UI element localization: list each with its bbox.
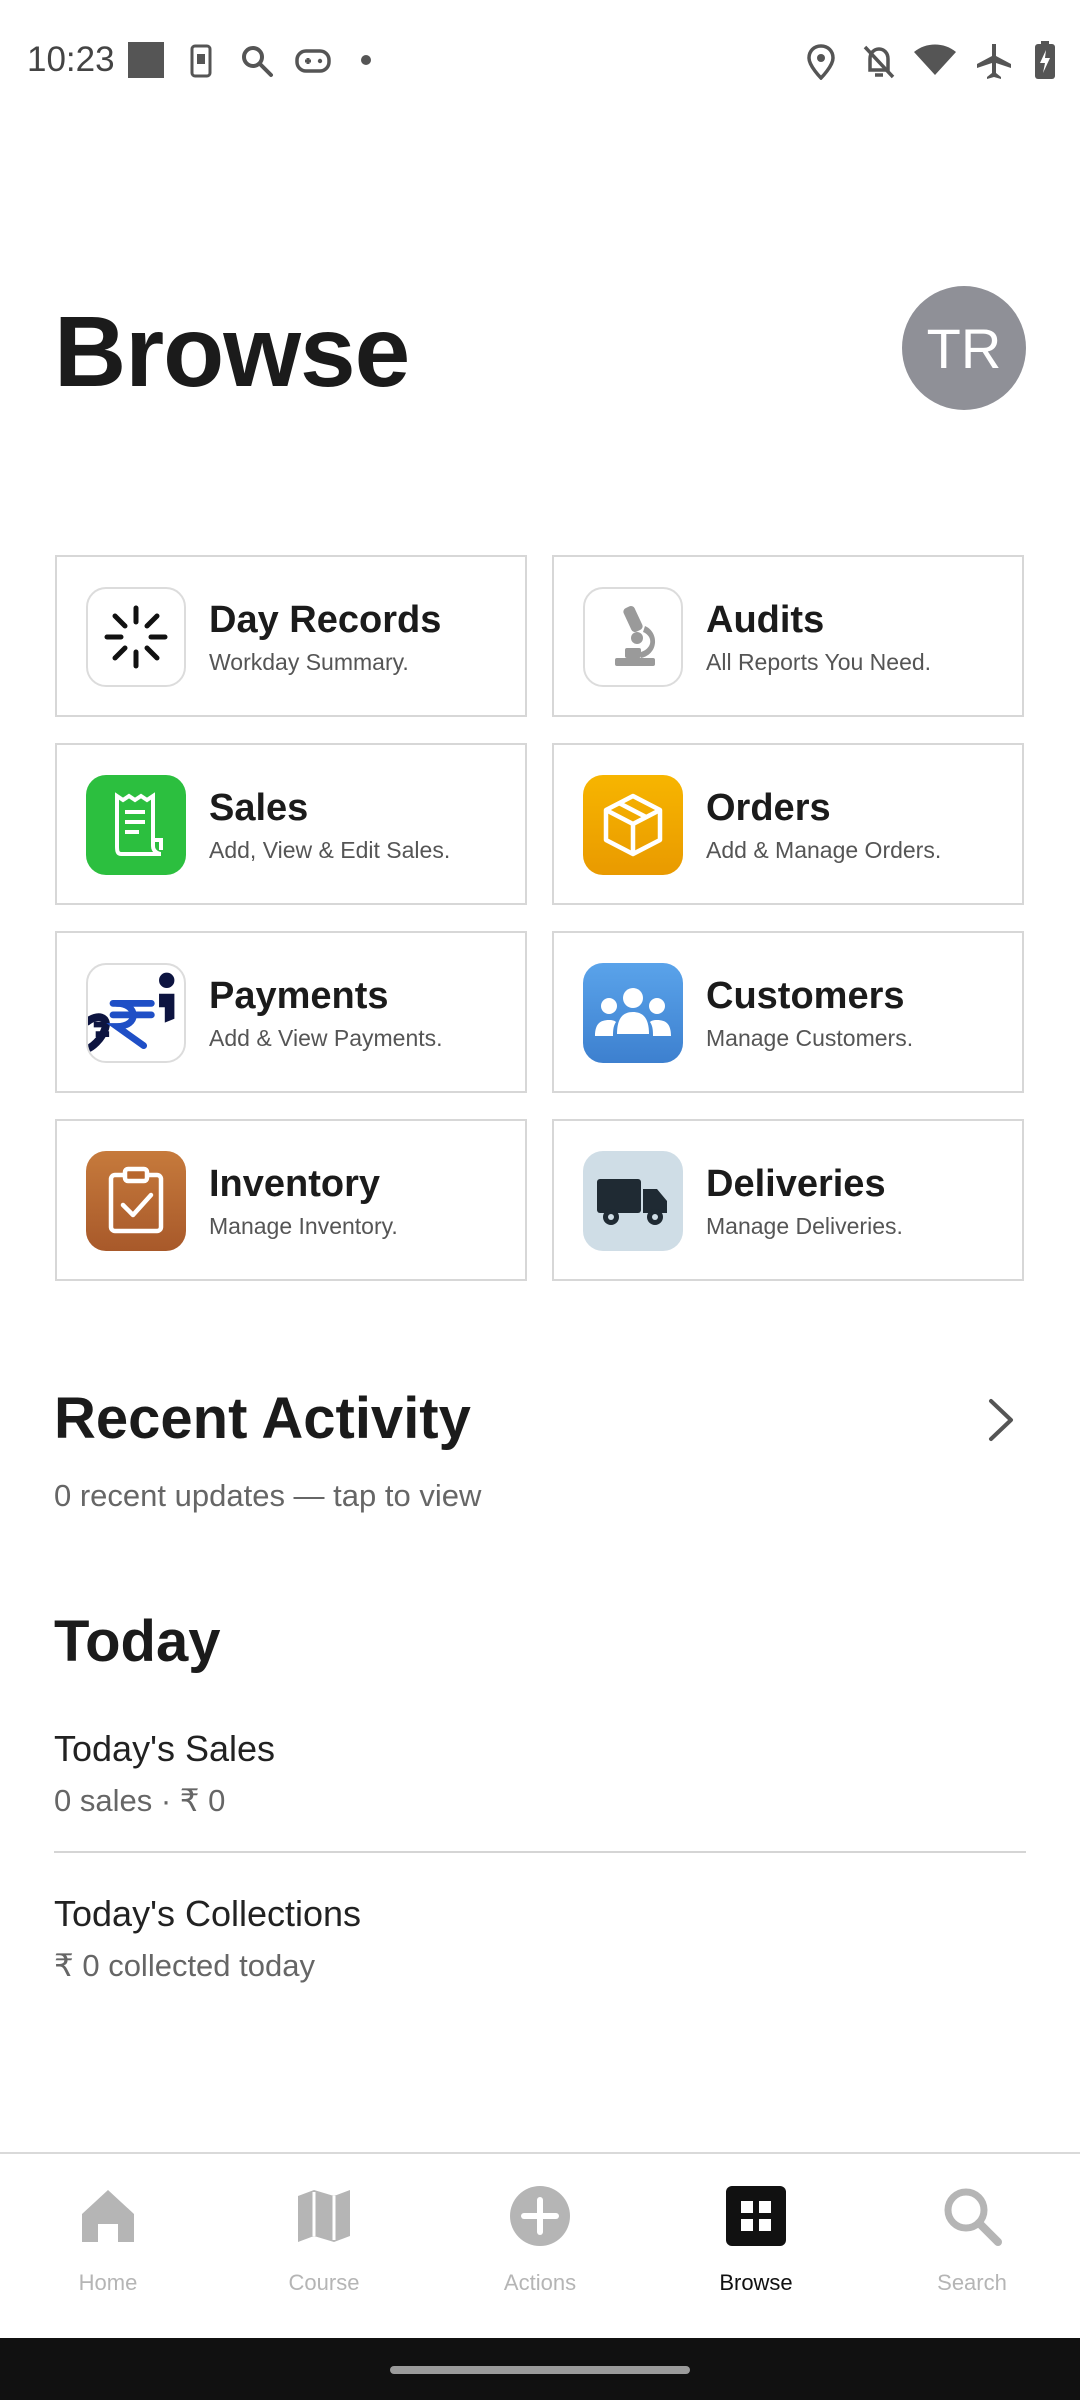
page-title: Browse: [54, 296, 410, 408]
card-subtitle: Manage Deliveries.: [706, 1213, 903, 1239]
card-subtitle: Add, View & Edit Sales.: [209, 837, 451, 863]
map-icon: [298, 2190, 350, 2242]
plus-circle-icon: [510, 2186, 570, 2246]
card-customers[interactable]: Customers Manage Customers.: [552, 931, 1024, 1093]
wifi-icon: [914, 44, 956, 75]
home-icon: [82, 2190, 134, 2242]
nav-label: Course: [288, 2270, 360, 2295]
nav-item-home[interactable]: Home: [28, 2184, 188, 2314]
status-time: 10:23: [27, 40, 115, 79]
card-title: Customers: [706, 975, 905, 1017]
bottom-nav: Home Course Actions Browse Search: [0, 2152, 1080, 2338]
nav-label: Search: [937, 2270, 1007, 2295]
gamepad-icon: [295, 49, 331, 73]
location-icon: [807, 44, 835, 80]
card-subtitle: Manage Customers.: [706, 1025, 914, 1051]
recent-activity-subtitle: 0 recent updates — tap to view: [54, 1478, 482, 1513]
gesture-area: [0, 2338, 1080, 2400]
card-day-records[interactable]: Day Records Workday Summary.: [55, 555, 527, 717]
airplane-icon: [977, 44, 1011, 79]
battery-charging-icon: [1035, 41, 1055, 79]
loading-spinner-icon: [86, 587, 186, 687]
phone-icon: [190, 44, 212, 78]
today-item-subtitle: 0 sales · ₹ 0: [54, 1783, 226, 1818]
nav-label: Home: [78, 2270, 138, 2295]
nav-label: Actions: [503, 2270, 577, 2295]
nav-item-course[interactable]: Course: [244, 2184, 404, 2314]
card-subtitle: All Reports You Need.: [706, 649, 932, 675]
grid-icon: [726, 2186, 786, 2246]
nav-item-browse[interactable]: Browse: [676, 2184, 836, 2314]
square-icon: [128, 42, 164, 78]
card-payments[interactable]: Payments Add & View Payments.: [55, 931, 527, 1093]
card-audits[interactable]: Audits All Reports You Need.: [552, 555, 1024, 717]
today-item-title: Today's Sales: [54, 1728, 275, 1769]
search-icon: [242, 46, 273, 77]
recent-activity-title: Recent Activity: [54, 1386, 471, 1451]
truck-icon: [583, 1151, 683, 1251]
dot-icon: [361, 55, 371, 65]
today-title: Today: [54, 1609, 221, 1674]
nav-item-search[interactable]: Search: [892, 2184, 1052, 2314]
divider: [54, 1851, 1026, 1853]
card-orders[interactable]: Orders Add & Manage Orders.: [552, 743, 1024, 905]
card-inventory[interactable]: Inventory Manage Inventory.: [55, 1119, 527, 1281]
card-subtitle: Workday Summary.: [209, 649, 409, 675]
bell-off-icon: [863, 45, 895, 79]
box-icon: [583, 775, 683, 875]
feature-grid: Day Records Workday Summary. Audits All …: [55, 555, 1025, 1281]
avatar[interactable]: TR: [902, 286, 1026, 410]
card-subtitle: Add & View Payments.: [209, 1025, 443, 1051]
nav-item-actions[interactable]: Actions: [460, 2184, 620, 2314]
receipt-icon: [86, 775, 186, 875]
rupee-payment-icon: [86, 963, 186, 1063]
nav-label: Browse: [719, 2270, 793, 2295]
card-subtitle: Add & Manage Orders.: [706, 837, 942, 863]
today-item-title: Today's Collections: [54, 1893, 362, 1934]
card-title: Audits: [706, 599, 825, 641]
card-subtitle: Manage Inventory.: [209, 1213, 398, 1239]
people-icon: [583, 963, 683, 1063]
status-bar: 10:23: [0, 0, 1080, 124]
card-title: Payments: [209, 975, 389, 1017]
clipboard-check-icon: [86, 1151, 186, 1251]
today-item-subtitle: ₹ 0 collected today: [54, 1948, 315, 1983]
card-title: Orders: [706, 787, 831, 829]
card-title: Deliveries: [706, 1163, 886, 1205]
card-title: Sales: [209, 787, 309, 829]
card-title: Day Records: [209, 599, 442, 641]
search-icon: [944, 2188, 1002, 2246]
avatar-initials: TR: [926, 316, 1002, 380]
microscope-icon: [583, 587, 683, 687]
card-sales[interactable]: Sales Add, View & Edit Sales.: [55, 743, 527, 905]
gesture-handle[interactable]: [390, 2366, 690, 2374]
card-deliveries[interactable]: Deliveries Manage Deliveries.: [552, 1119, 1024, 1281]
chevron-right-icon[interactable]: [975, 1395, 1025, 1445]
card-title: Inventory: [209, 1163, 381, 1205]
